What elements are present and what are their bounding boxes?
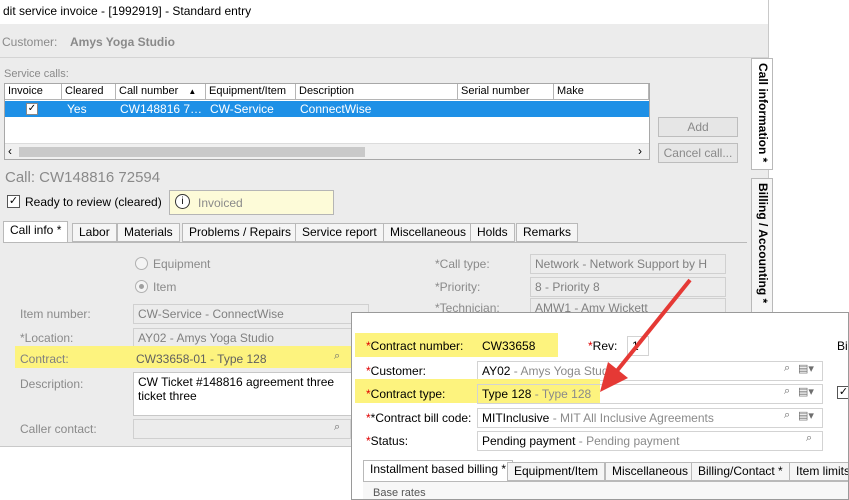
annotation-arrow — [600, 278, 692, 392]
